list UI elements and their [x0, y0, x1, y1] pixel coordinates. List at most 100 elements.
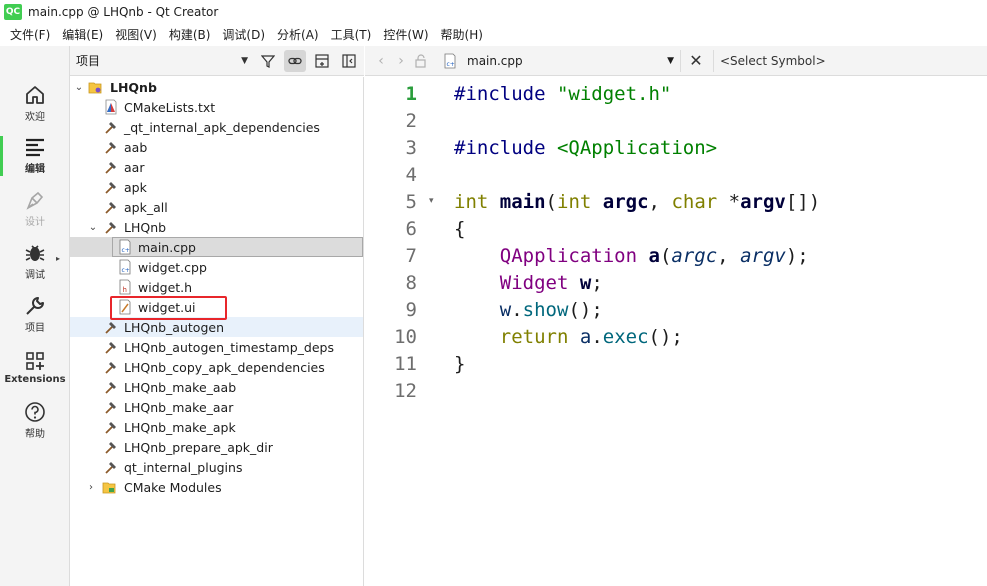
svg-text:c+: c+	[122, 267, 130, 274]
tree-item-target[interactable]: LHQnb_autogen_timestamp_deps	[70, 337, 363, 357]
menu-widgets[interactable]: 控件(W)	[377, 26, 434, 43]
forward-arrow-icon[interactable]: ›	[391, 53, 411, 69]
menu-tools[interactable]: 工具(T)	[325, 26, 378, 43]
current-file-name: main.cpp	[467, 53, 523, 68]
qt-project-folder-icon	[88, 79, 102, 95]
code-editor[interactable]: 1 2 3 4 5 ▾ 6 7 8 9 10 11 12 #include "w…	[365, 77, 987, 586]
tree-item-label: aar	[124, 159, 145, 175]
tree-item-target-lhqnb[interactable]: ⌄ LHQnb	[70, 217, 363, 237]
mode-extensions[interactable]: Extensions	[0, 342, 70, 392]
mode-welcome[interactable]: 欢迎	[0, 78, 70, 128]
sync-link-button[interactable]	[284, 49, 306, 72]
tree-item-label: LHQnb_make_aar	[124, 399, 234, 415]
mode-debug[interactable]: 调试 ▸	[0, 236, 70, 286]
code-line-3: #include <QApplication>	[454, 137, 717, 159]
cpp-file-icon: c+	[118, 239, 132, 255]
hammer-icon	[104, 339, 118, 355]
tree-item-target[interactable]: apk	[70, 177, 363, 197]
tree-item-cmakelists[interactable]: CMakeLists.txt	[70, 97, 363, 117]
tree-item-target[interactable]: _qt_internal_apk_dependencies	[70, 117, 363, 137]
tree-item-widget-cpp[interactable]: c+ widget.cpp	[70, 257, 363, 277]
expand-arrow-icon[interactable]: ⌄	[88, 222, 98, 233]
chevron-down-icon: ▼	[241, 55, 248, 66]
filter-icon	[261, 54, 275, 68]
code-token: argv	[740, 245, 786, 267]
mode-projects[interactable]: 项目	[0, 289, 70, 339]
chevron-right-icon[interactable]: ›	[86, 482, 96, 493]
code-token: );	[785, 245, 809, 267]
symbol-selector[interactable]: <Select Symbol>	[713, 49, 826, 72]
project-tree: ⌄ LHQnb CMakeLists.txt _qt_internal_apk_…	[70, 77, 364, 586]
menu-analyze[interactable]: 分析(A)	[271, 26, 325, 43]
line-number: 9	[405, 299, 417, 321]
close-document-button[interactable]: ✕	[685, 51, 707, 70]
code-token: (	[545, 191, 557, 213]
menu-view[interactable]: 视图(V)	[109, 26, 163, 43]
code-line-9: w.show();	[454, 299, 603, 321]
menu-bar: 文件(F) 编辑(E) 视图(V) 构建(B) 调试(D) 分析(A) 工具(T…	[0, 23, 987, 45]
editor-toolbar: ‹ › c+ main.cpp ▼ ✕ <Select Symbol>	[365, 46, 987, 76]
tree-item-label: main.cpp	[138, 239, 196, 255]
tree-item-target[interactable]: qt_internal_plugins	[70, 457, 363, 477]
code-token: argc	[602, 191, 649, 213]
menu-debug[interactable]: 调试(D)	[216, 26, 271, 43]
code-token: ();	[568, 299, 603, 321]
tree-item-label: aab	[124, 139, 148, 155]
line-number: 8	[405, 272, 417, 294]
home-icon	[26, 85, 44, 104]
lock-icon[interactable]	[413, 53, 429, 69]
sidebar-toggle-icon	[342, 53, 356, 68]
mode-edit-label: 编辑	[25, 163, 45, 175]
line-number: 5	[405, 191, 417, 213]
tree-item-target[interactable]: LHQnb_make_aab	[70, 377, 363, 397]
tree-item-widget-h[interactable]: h widget.h	[70, 277, 363, 297]
link-icon	[288, 57, 302, 64]
split-view-icon	[315, 53, 329, 68]
code-token: char	[671, 191, 718, 213]
code-token: show	[522, 299, 569, 321]
expand-arrow-icon[interactable]: ⌄	[74, 82, 84, 93]
line-number: 3	[405, 137, 417, 159]
mode-debug-label: 调试	[25, 269, 45, 281]
cmake-file-icon	[104, 99, 118, 115]
code-token: argv	[740, 191, 786, 213]
tree-item-label: LHQnb_prepare_apk_dir	[124, 439, 273, 455]
back-arrow-icon[interactable]: ‹	[371, 53, 391, 69]
tree-item-target[interactable]: LHQnb_copy_apk_dependencies	[70, 357, 363, 377]
hammer-icon	[104, 439, 118, 455]
line-number: 1	[405, 83, 417, 105]
filter-button[interactable]	[257, 50, 279, 72]
tree-item-label: LHQnb	[124, 219, 167, 235]
tree-item-target[interactable]: aab	[70, 137, 363, 157]
close-pane-button[interactable]	[338, 50, 360, 72]
tree-item-target[interactable]: aar	[70, 157, 363, 177]
menu-edit[interactable]: 编辑(E)	[56, 26, 109, 43]
menu-help[interactable]: 帮助(H)	[435, 26, 489, 43]
menu-file[interactable]: 文件(F)	[4, 26, 56, 43]
tree-item-label: LHQnb_autogen	[124, 319, 224, 335]
open-documents-combo[interactable]: c+ main.cpp ▼	[439, 49, 681, 72]
tree-item-target[interactable]: LHQnb_prepare_apk_dir	[70, 437, 363, 457]
code-token: ,	[648, 191, 672, 213]
menu-build[interactable]: 构建(B)	[163, 26, 217, 43]
tree-item-target[interactable]: LHQnb_make_apk	[70, 417, 363, 437]
tree-item-target[interactable]: LHQnb_autogen	[70, 317, 363, 337]
fold-marker-icon[interactable]: ▾	[429, 196, 434, 206]
tree-item-target[interactable]: LHQnb_make_aar	[70, 397, 363, 417]
tree-item-main-cpp[interactable]: c+ main.cpp	[70, 237, 363, 257]
tree-item-target[interactable]: apk_all	[70, 197, 363, 217]
code-token: w	[499, 299, 512, 321]
mode-help[interactable]: 帮助	[0, 395, 70, 445]
tree-item-label: LHQnb_autogen_timestamp_deps	[124, 339, 334, 355]
code-token: Widget	[499, 272, 569, 294]
cpp-file-icon: c+	[118, 259, 132, 275]
mode-edit[interactable]: 编辑	[0, 130, 70, 180]
mode-design[interactable]: 设计	[0, 183, 70, 233]
tree-item-label: LHQnb_make_aab	[124, 379, 237, 395]
line-number: 6	[405, 218, 417, 240]
tree-item-project-root[interactable]: ⌄ LHQnb	[70, 77, 363, 97]
tree-item-cmake-modules[interactable]: › CMake Modules	[70, 477, 363, 497]
view-selector[interactable]: 项目 ▼	[76, 50, 252, 72]
code-line-6: {	[454, 218, 465, 240]
split-button[interactable]	[311, 50, 333, 72]
